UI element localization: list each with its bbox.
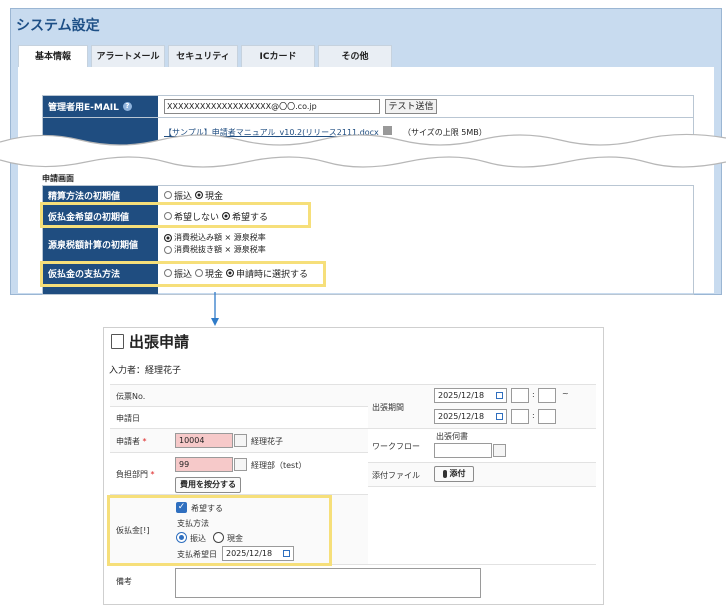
- remarks-row: 備考: [110, 564, 596, 601]
- search-icon[interactable]: [493, 444, 506, 457]
- calendar-icon[interactable]: [496, 413, 503, 420]
- calendar-icon[interactable]: [496, 392, 503, 399]
- clipboard-icon: [111, 334, 124, 349]
- page-title: システム設定: [16, 18, 100, 34]
- period-end-minute-input[interactable]: [538, 409, 556, 424]
- remarks-textarea[interactable]: [175, 568, 481, 598]
- allocate-cost-button[interactable]: 費用を按分する: [175, 477, 241, 493]
- time-colon: :: [532, 390, 535, 399]
- radio-transfer[interactable]: [164, 191, 172, 199]
- option-label: 振込: [174, 191, 193, 202]
- slip-no-label: 伝票No.: [116, 392, 146, 401]
- attach-button-label: 添付: [449, 469, 466, 478]
- radio-cash[interactable]: [195, 191, 204, 199]
- department-label-text: 負担部門: [116, 470, 148, 479]
- required-mark: *: [150, 470, 155, 479]
- highlight-box: [40, 202, 311, 228]
- option-label: 消費税込み額 × 源泉税率: [174, 233, 266, 242]
- admin-email-label-text: 管理者用E-MAIL: [48, 103, 119, 113]
- travel-application-form: 出張申請 入力者：経理花子 伝票No. 申請日 申請者 * 10004 経理花子…: [103, 327, 604, 605]
- department-row: 負担部門 * 99 経理部（test） 費用を按分する: [110, 452, 368, 495]
- tab-security[interactable]: セキュリティ: [168, 45, 238, 68]
- time-colon: :: [532, 411, 535, 420]
- test-send-button[interactable]: テスト送信: [385, 99, 437, 114]
- applicant-label: 申請者 *: [116, 436, 147, 447]
- workflow-label: ワークフロー: [372, 442, 420, 451]
- tab-alert-mail[interactable]: アラートメール: [91, 45, 165, 68]
- department-label: 負担部門 *: [116, 469, 155, 480]
- admin-email-row: 管理者用E-MAIL ? XXXXXXXXXXXXXXXXXXX@〇〇.co.j…: [42, 95, 694, 118]
- remarks-label: 備考: [116, 577, 132, 586]
- torn-divider: [0, 133, 726, 168]
- attachment-label: 添付ファイル: [372, 471, 420, 480]
- withholding-default-label: 源泉税額計算の初期値: [43, 228, 158, 261]
- option-label: 消費税抜き額 × 源泉税率: [174, 245, 266, 254]
- period-start-minute-input[interactable]: [538, 388, 556, 403]
- department-name: 経理部（test）: [251, 461, 307, 470]
- period-end-hour-input[interactable]: [511, 409, 529, 424]
- required-mark: *: [142, 437, 147, 446]
- highlight-box: [40, 261, 326, 287]
- inputter: 入力者：経理花子: [109, 366, 182, 376]
- workflow-select[interactable]: [434, 443, 492, 458]
- tab-basic-info[interactable]: 基本情報: [18, 45, 88, 69]
- slip-no-row: 伝票No.: [110, 384, 368, 407]
- admin-email-input[interactable]: XXXXXXXXXXXXXXXXXXX@〇〇.co.jp: [164, 99, 380, 114]
- applicant-label-text: 申請者: [116, 437, 140, 446]
- attach-button[interactable]: 添付: [434, 466, 474, 482]
- option-label: 現金: [205, 191, 224, 202]
- paperclip-icon: [442, 469, 447, 478]
- admin-email-label: 管理者用E-MAIL ?: [43, 96, 158, 117]
- search-icon[interactable]: [234, 434, 247, 447]
- period-row: 出張期間 2025/12/18 : ~ 2025/12/18 :: [368, 384, 596, 429]
- workflow-row: ワークフロー 出張伺書: [368, 428, 596, 463]
- apply-date-row: 申請日: [110, 406, 368, 429]
- attachment-row: 添付ファイル 添付: [368, 462, 596, 487]
- search-icon[interactable]: [234, 458, 247, 471]
- withholding-options: 消費税込み額 × 源泉税率 消費税抜き額 × 源泉税率: [164, 232, 266, 256]
- settings-body: 管理者用E-MAIL ? XXXXXXXXXXXXXXXXXXX@〇〇.co.j…: [18, 67, 714, 295]
- period-tilde: ~: [562, 389, 569, 398]
- help-icon[interactable]: ?: [122, 102, 132, 111]
- period-label: 出張期間: [372, 403, 404, 412]
- highlight-box: [107, 495, 332, 566]
- radio-tax-included[interactable]: [164, 233, 172, 242]
- department-code-input[interactable]: 99: [175, 457, 233, 472]
- applicant-name: 経理花子: [251, 437, 283, 446]
- tab-ic-card[interactable]: ICカード: [241, 45, 315, 68]
- apply-date-label: 申請日: [116, 414, 140, 423]
- radio-tax-excluded[interactable]: [164, 245, 172, 254]
- form-title: 出張申請: [129, 333, 190, 351]
- empty-row: [368, 486, 596, 565]
- workflow-caption: 出張伺書: [436, 432, 468, 441]
- applicant-code-input[interactable]: 10004: [175, 433, 233, 448]
- period-start-hour-input[interactable]: [511, 388, 529, 403]
- section-title: 申請画面: [42, 174, 74, 183]
- tab-other[interactable]: その他: [318, 45, 392, 68]
- arrow-down-icon: [211, 292, 219, 326]
- applicant-row: 申請者 * 10004 経理花子: [110, 428, 368, 453]
